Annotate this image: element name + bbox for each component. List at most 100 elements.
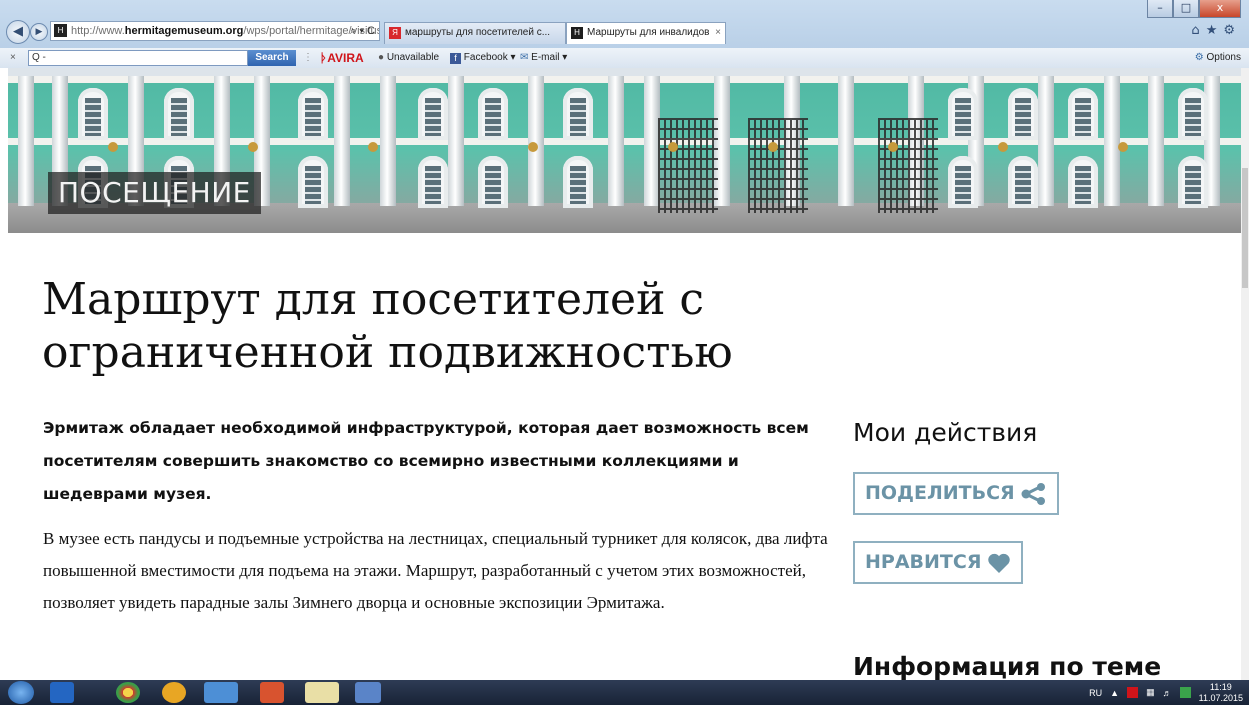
facade-window xyxy=(948,88,978,140)
avira-tray-icon[interactable] xyxy=(1127,687,1139,698)
gilded-ornament xyxy=(1118,142,1128,152)
facade-window xyxy=(478,88,508,140)
browser-chrome: – □ x ◀ ▶ H http://www.hermitagemuseum.o… xyxy=(0,0,1249,68)
toolbar-options[interactable]: ⚙ Options xyxy=(1195,50,1241,66)
tab-label: Маршруты для инвалидов xyxy=(587,27,710,38)
facade-window xyxy=(478,156,508,208)
address-domain: hermitagemuseum.org xyxy=(124,25,244,37)
clock-date: 11.07.2015 xyxy=(1198,692,1243,703)
like-button[interactable]: НРАВИТСЯ xyxy=(853,541,1024,584)
facade-column xyxy=(448,76,464,206)
chrome-taskbar-icon[interactable] xyxy=(116,682,140,703)
related-info-heading: Информация по теме xyxy=(853,652,1162,681)
tab-close-icon[interactable]: × xyxy=(715,23,721,43)
facade-window xyxy=(1068,88,1098,140)
avira-logo[interactable]: ᚦAVIRA xyxy=(320,50,364,66)
hero-section-label: ПОСЕЩЕНИЕ xyxy=(48,172,261,214)
facade-window xyxy=(948,156,978,208)
facade-column xyxy=(18,76,34,206)
system-clock[interactable]: 11:19 11.07.2015 xyxy=(1199,682,1243,704)
facade-column xyxy=(1148,76,1164,206)
facade-window xyxy=(1178,88,1208,140)
toolbar-separator-icon: ⋮ xyxy=(303,52,313,63)
gilded-ornament xyxy=(528,142,538,152)
toolbar-search-button[interactable]: Search xyxy=(248,50,296,66)
favorites-star-icon[interactable]: ★ xyxy=(1206,23,1224,38)
unavailable-item[interactable]: ● Unavailable xyxy=(378,50,439,66)
navigation-row: ◀ ▶ H http://www.hermitagemuseum.org/wps… xyxy=(0,19,1249,45)
word-taskbar-icon[interactable] xyxy=(355,682,381,703)
gilded-ornament xyxy=(768,142,778,152)
language-indicator[interactable]: RU xyxy=(1089,688,1102,698)
close-toolbar-icon[interactable]: × xyxy=(10,50,16,66)
address-controls[interactable]: ⌕ ▾ C xyxy=(350,22,375,40)
address-prefix: http://www. xyxy=(71,25,125,37)
forward-button[interactable]: ▶ xyxy=(30,23,48,41)
close-window-button[interactable]: x xyxy=(1199,0,1241,18)
action-center-icon[interactable] xyxy=(1179,687,1191,698)
facade-column xyxy=(334,76,350,206)
internet-explorer-taskbar-icon[interactable] xyxy=(204,682,238,703)
shield-icon: ● xyxy=(378,52,385,63)
taskbar-app-icon[interactable] xyxy=(50,682,74,703)
file-explorer-taskbar-icon[interactable] xyxy=(305,682,339,703)
home-icon[interactable]: ⌂ xyxy=(1191,23,1205,38)
clock-time: 11:19 xyxy=(1209,681,1232,692)
maximize-button[interactable]: □ xyxy=(1173,0,1199,18)
facade-window xyxy=(1008,88,1038,140)
tab-search-results[interactable]: Я маршруты для посетителей с... xyxy=(384,22,566,44)
facade-window xyxy=(418,88,448,140)
share-button[interactable]: ПОДЕЛИТЬСЯ xyxy=(853,472,1059,515)
address-bar[interactable]: H http://www.hermitagemuseum.org/wps/por… xyxy=(50,21,380,41)
yandex-favicon-icon: Я xyxy=(389,27,401,39)
facade-column xyxy=(380,76,396,206)
gilded-ornament xyxy=(368,142,378,152)
search-toolbar: × Q - Search ⋮ ᚦAVIRA ● Unavailable f Fa… xyxy=(0,48,1249,68)
facade-window xyxy=(1008,156,1038,208)
gilded-ornament xyxy=(108,142,118,152)
volume-icon[interactable]: ♬ xyxy=(1163,688,1172,698)
facebook-icon: f xyxy=(450,53,461,64)
facade-column xyxy=(608,76,624,206)
hero-cornice-top xyxy=(8,76,1241,83)
tab-hermitage-routes[interactable]: H Маршруты для инвалидов × xyxy=(566,22,726,44)
facade-window xyxy=(563,88,593,140)
my-actions-heading: Мои действия xyxy=(853,418,1038,447)
page-scrollbar[interactable] xyxy=(1241,68,1249,680)
browser-right-icons: ⌂★⚙ xyxy=(1191,23,1241,38)
hermitage-favicon-icon: H xyxy=(571,27,583,39)
envelope-icon: ✉ xyxy=(520,52,529,63)
wrought-iron-gate xyxy=(748,118,808,213)
minimize-button[interactable]: – xyxy=(1147,0,1173,18)
gilded-ornament xyxy=(668,142,678,152)
site-favicon-icon: H xyxy=(54,24,67,37)
facade-window xyxy=(418,156,448,208)
gilded-ornament xyxy=(998,142,1008,152)
tab-label: маршруты для посетителей с... xyxy=(405,27,551,38)
network-tray-icon[interactable]: ▦ xyxy=(1146,687,1155,698)
share-icon xyxy=(1021,482,1047,505)
windows-taskbar: RU ▲ ▦ ♬ 11:19 11.07.2015 xyxy=(0,680,1249,705)
facade-window xyxy=(78,88,108,140)
start-button[interactable] xyxy=(8,681,34,704)
heart-icon xyxy=(987,552,1011,574)
forward-arrow-icon: ▶ xyxy=(35,27,43,37)
facade-column xyxy=(528,76,544,206)
toolbar-search-input[interactable]: Q - xyxy=(28,50,248,66)
wrought-iron-gate xyxy=(658,118,718,213)
lead-paragraph: Эрмитаж обладает необходимой инфраструкт… xyxy=(43,419,809,503)
window-controls: – □ x xyxy=(1147,0,1241,18)
back-button[interactable]: ◀ xyxy=(6,20,30,44)
facade-window xyxy=(563,156,593,208)
scrollbar-thumb[interactable] xyxy=(1242,168,1248,288)
taskbar-app-icon[interactable] xyxy=(162,682,186,703)
facade-window xyxy=(298,156,328,208)
email-item[interactable]: ✉ E-mail ▾ xyxy=(520,50,567,66)
settings-gear-icon[interactable]: ⚙ xyxy=(1223,23,1241,38)
facebook-item[interactable]: f Facebook ▾ xyxy=(450,50,516,66)
system-tray: RU ▲ ▦ ♬ 11:19 11.07.2015 xyxy=(1089,680,1243,705)
gilded-ornament xyxy=(248,142,258,152)
taskbar-app-icon[interactable] xyxy=(260,682,284,703)
facade-window xyxy=(1068,156,1098,208)
tray-expand-icon[interactable]: ▲ xyxy=(1110,688,1119,698)
